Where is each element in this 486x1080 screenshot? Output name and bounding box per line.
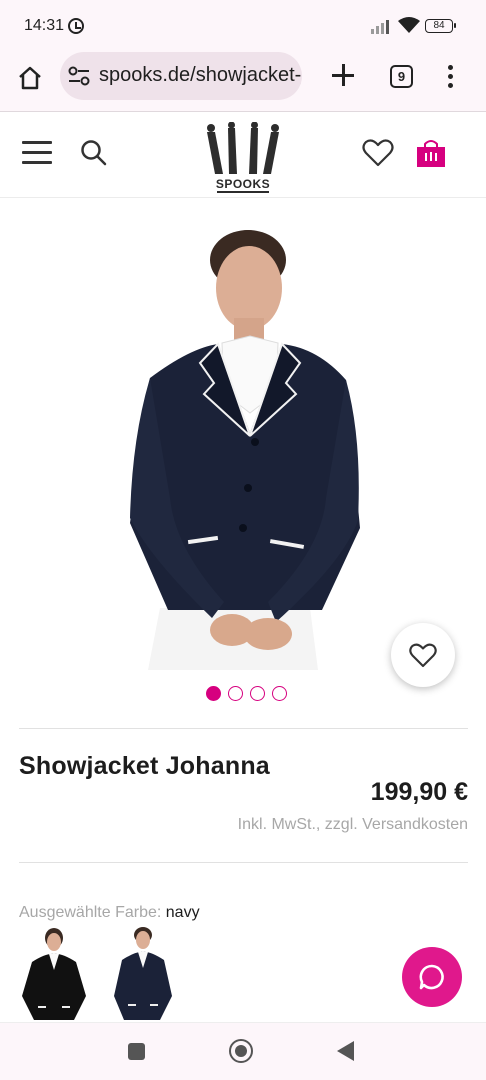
carousel-dot-4[interactable]	[272, 686, 287, 701]
status-time: 14:31	[24, 17, 65, 34]
site-header: SPOOKS	[0, 112, 486, 198]
color-swatch-black[interactable]	[18, 926, 90, 1020]
logo-text: SPOOKS	[215, 177, 271, 191]
carousel-dot-1[interactable]	[206, 686, 221, 701]
new-tab-button[interactable]	[330, 62, 356, 88]
selected-color-value: navy	[165, 904, 200, 921]
browser-menu-button[interactable]	[448, 65, 454, 89]
add-to-wishlist-button[interactable]	[391, 623, 455, 687]
wishlist-icon[interactable]	[362, 139, 394, 167]
address-bar[interactable]: spooks.de/showjacket-johanna	[60, 52, 302, 100]
selected-color-label: Ausgewählte Farbe: navy	[19, 904, 200, 921]
search-icon[interactable]	[80, 139, 108, 167]
url-text[interactable]: spooks.de/showjacket-johanna	[99, 64, 302, 87]
status-bar: 14:31 84	[0, 0, 486, 52]
site-settings-icon[interactable]	[68, 66, 90, 86]
divider	[19, 862, 468, 863]
divider	[19, 728, 468, 729]
carousel-dot-2[interactable]	[228, 686, 243, 701]
back-button[interactable]	[337, 1041, 354, 1061]
browser-toolbar: spooks.de/showjacket-johanna 9	[0, 52, 486, 112]
home-button[interactable]	[229, 1039, 253, 1063]
hamburger-menu-icon[interactable]	[22, 141, 52, 165]
wifi-icon	[398, 17, 420, 33]
product-image[interactable]	[0, 198, 486, 678]
recent-apps-button[interactable]	[128, 1043, 145, 1060]
heart-icon	[409, 643, 437, 668]
spooks-logo[interactable]: SPOOKS	[203, 121, 283, 194]
home-icon[interactable]	[16, 64, 44, 92]
system-navigation-bar	[0, 1022, 486, 1080]
color-swatch-navy[interactable]	[106, 926, 178, 1020]
chat-button[interactable]	[402, 947, 462, 1007]
signal-icon	[371, 18, 393, 34]
chat-bubble-icon	[419, 964, 444, 990]
battery-indicator: 84	[425, 19, 456, 33]
cart-icon[interactable]	[416, 138, 446, 168]
product-title: Showjacket Johanna	[19, 752, 270, 780]
carousel-dot-3[interactable]	[250, 686, 265, 701]
product-price: 199,90 €	[370, 778, 468, 806]
tax-shipping-link[interactable]: Inkl. MwSt., zzgl. Versandkosten	[238, 816, 468, 834]
alarm-icon	[68, 18, 84, 34]
tab-switcher-button[interactable]: 9	[390, 65, 413, 88]
